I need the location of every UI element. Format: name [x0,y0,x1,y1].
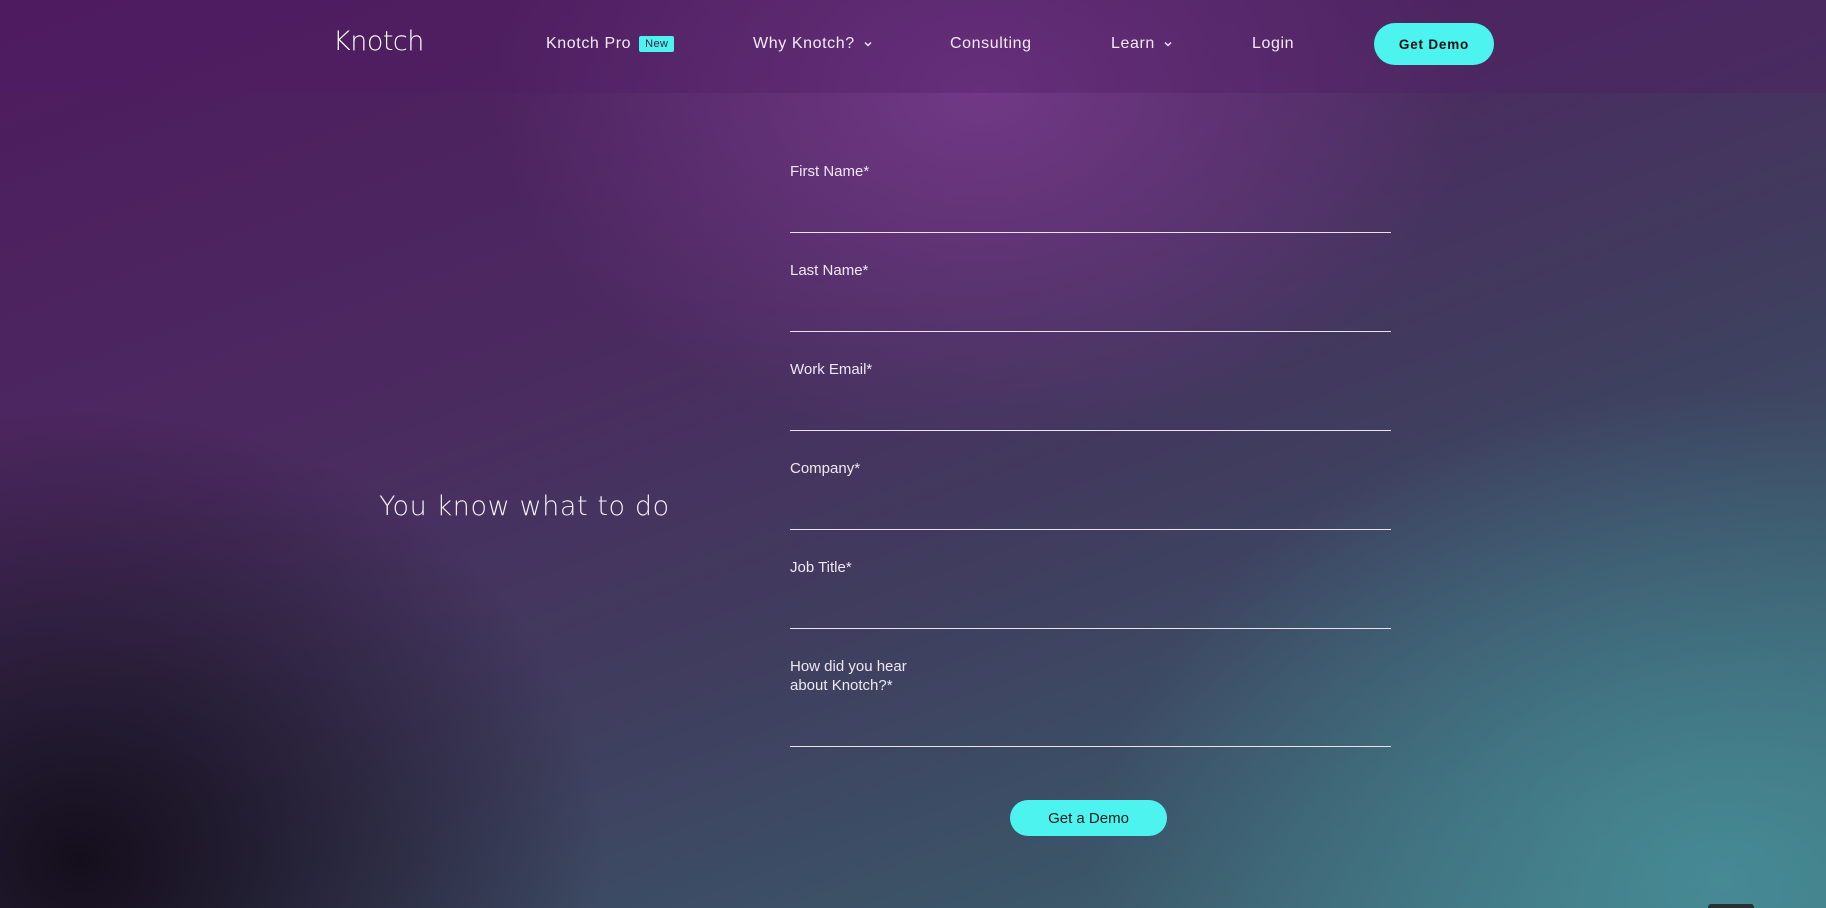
nav-item-learn[interactable]: Learn [1111,35,1173,53]
referral-source-underline [790,746,1391,747]
job-title-underline [790,628,1391,629]
last-name-field[interactable] [790,302,1391,330]
referral-source-label: How did you hear about Knotch?* [790,657,907,695]
last-name-underline [790,331,1391,332]
first-name-label: First Name* [790,163,870,180]
referral-source-field[interactable] [790,717,1391,745]
company-underline [790,529,1391,530]
chevron-down-icon [1164,42,1172,47]
last-name-label: Last Name* [790,262,869,279]
corner-widget-tab[interactable] [1708,904,1754,908]
nav-item-label: Why Knotch? [753,35,855,52]
nav-item-login[interactable]: Login [1252,35,1294,53]
page-headline: You know what to do [379,491,670,522]
knotch-logo[interactable]: Knotch [333,26,424,57]
get-a-demo-button[interactable]: Get a Demo [1010,800,1167,836]
company-label: Company* [790,460,861,477]
company-field[interactable] [790,500,1391,528]
referral-label-line-1: How did you hear [790,658,907,675]
nav-item-consulting[interactable]: Consulting [950,35,1032,53]
nav-item-knotch-pro[interactable]: Knotch Pro New [546,35,675,53]
job-title-field[interactable] [790,599,1391,627]
work-email-underline [790,430,1391,431]
job-title-label: Job Title* [790,559,852,576]
nav-item-label: Consulting [950,35,1032,52]
nav-item-label: Login [1252,35,1295,52]
nav-item-why-knotch[interactable]: Why Knotch? [753,35,873,53]
first-name-underline [790,232,1391,233]
first-name-field[interactable] [790,203,1391,231]
nav-item-label: Knotch Pro [546,35,632,52]
nav-item-label: Learn [1111,35,1155,52]
referral-label-line-2: about Knotch?* [790,677,893,694]
new-badge: New [639,36,675,52]
site-header: Knotch Knotch Pro New Why Knotch? Consul… [0,0,1826,93]
chevron-down-icon [864,42,872,47]
get-demo-button[interactable]: Get Demo [1374,23,1494,65]
work-email-label: Work Email* [790,361,873,378]
work-email-field[interactable] [790,401,1391,429]
